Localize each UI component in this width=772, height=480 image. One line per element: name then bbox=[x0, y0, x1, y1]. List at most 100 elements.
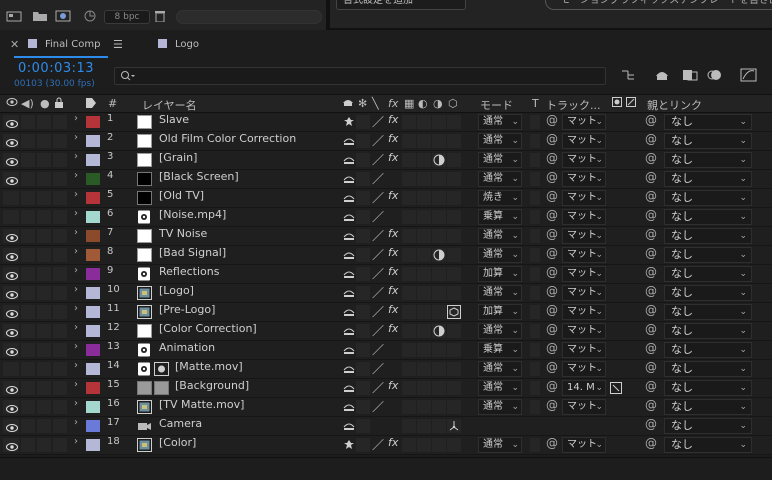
parent-pickwhip-icon[interactable]: @ bbox=[645, 208, 657, 222]
quality-slash-icon[interactable]: ／ bbox=[372, 246, 384, 263]
puppet-icon[interactable] bbox=[343, 117, 355, 126]
blend-mode-dropdown[interactable]: 乗算 ⌄ bbox=[478, 342, 522, 358]
label-color-swatch[interactable] bbox=[86, 420, 100, 432]
blend-mode-dropdown[interactable]: 通常 ⌄ bbox=[478, 285, 522, 301]
parent-dropdown[interactable]: なし ⌄ bbox=[664, 247, 752, 263]
effects-icon[interactable]: fx bbox=[388, 189, 398, 202]
solo-toggle[interactable] bbox=[37, 267, 51, 281]
preserve-transparency-toggle[interactable] bbox=[530, 438, 540, 452]
switch-cell[interactable] bbox=[356, 134, 370, 148]
lock-toggle[interactable] bbox=[53, 172, 67, 186]
label-color-swatch[interactable] bbox=[86, 211, 100, 223]
track-matte-dropdown[interactable]: マット ⌄ bbox=[562, 133, 606, 149]
switch-cell[interactable] bbox=[447, 248, 461, 262]
layer-row[interactable]: › 13 Animation ／乗算 ⌄ @ マット ⌄ @ なし ⌄ bbox=[0, 341, 772, 360]
parent-pickwhip-icon[interactable]: @ bbox=[645, 132, 657, 146]
switch-cell[interactable] bbox=[356, 305, 370, 319]
switch-cell[interactable] bbox=[356, 267, 370, 281]
track-matte-pickwhip-icon[interactable]: @ bbox=[546, 303, 558, 317]
preserve-transparency-toggle[interactable] bbox=[530, 210, 540, 224]
switch-cell[interactable] bbox=[356, 210, 370, 224]
lock-toggle[interactable] bbox=[53, 400, 67, 414]
switch-cell[interactable] bbox=[447, 286, 461, 300]
layer-name[interactable]: [Grain] bbox=[159, 151, 197, 164]
lock-toggle[interactable] bbox=[53, 191, 67, 205]
track-matte-pickwhip-icon[interactable]: @ bbox=[546, 151, 558, 165]
blend-mode-dropdown[interactable]: 加算 ⌄ bbox=[478, 266, 522, 282]
adjustment-toggle-icon[interactable] bbox=[433, 154, 445, 169]
quality-slash-icon[interactable]: ／ bbox=[372, 151, 384, 168]
switch-cell[interactable] bbox=[402, 191, 416, 205]
tab-logo[interactable]: Logo bbox=[158, 32, 199, 58]
effects-icon[interactable]: fx bbox=[388, 303, 398, 316]
parent-pickwhip-icon[interactable]: @ bbox=[645, 379, 657, 393]
parent-dropdown[interactable]: なし ⌄ bbox=[664, 209, 752, 225]
parent-dropdown[interactable]: なし ⌄ bbox=[664, 190, 752, 206]
switch-cell[interactable] bbox=[417, 362, 431, 376]
blend-mode-dropdown[interactable]: 通常 ⌄ bbox=[478, 399, 522, 415]
add-formatting-dropdown[interactable]: 書式設定を追加 bbox=[336, 0, 466, 10]
quality-slash-icon[interactable]: ／ bbox=[372, 113, 384, 130]
blend-mode-dropdown[interactable]: 通常 ⌄ bbox=[478, 133, 522, 149]
tab-final-comp[interactable]: Final Comp bbox=[28, 32, 100, 58]
switch-cell[interactable] bbox=[417, 343, 431, 357]
audio-toggle-header-icon[interactable]: ◀) bbox=[21, 97, 34, 110]
shy-icon[interactable] bbox=[343, 326, 355, 335]
video-toggle[interactable] bbox=[3, 229, 19, 243]
preserve-transparency-toggle[interactable] bbox=[530, 248, 540, 262]
audio-toggle[interactable] bbox=[21, 134, 35, 148]
switch-cell[interactable] bbox=[417, 400, 431, 414]
switch-cell[interactable] bbox=[356, 381, 370, 395]
solo-toggle[interactable] bbox=[37, 381, 51, 395]
layer-row[interactable]: › 4 [Black Screen] ／通常 ⌄ @ マット ⌄ @ なし ⌄ bbox=[0, 170, 772, 189]
track-matte-pickwhip-icon[interactable]: @ bbox=[546, 360, 558, 374]
track-matte-dropdown[interactable]: マット ⌄ bbox=[562, 266, 606, 282]
label-color-swatch[interactable] bbox=[86, 135, 100, 147]
track-matte-dropdown[interactable]: マット ⌄ bbox=[562, 342, 606, 358]
switch-cell[interactable] bbox=[447, 267, 461, 281]
layer-name[interactable]: Slave bbox=[159, 113, 189, 126]
3d-layer-header-icon[interactable]: ⬡ bbox=[448, 97, 458, 110]
3d-layer-toggle-icon[interactable] bbox=[447, 305, 461, 322]
track-matte-pickwhip-icon[interactable]: @ bbox=[546, 227, 558, 241]
layer-row[interactable]: › 17 Camera @ なし ⌄ bbox=[0, 417, 772, 436]
switch-cell[interactable] bbox=[356, 419, 370, 433]
video-toggle-header-icon[interactable] bbox=[6, 97, 18, 110]
track-matte-pickwhip-icon[interactable]: @ bbox=[546, 208, 558, 222]
switch-cell[interactable] bbox=[402, 248, 416, 262]
switch-cell[interactable] bbox=[447, 381, 461, 395]
panel-menu-icon[interactable]: ☰ bbox=[113, 38, 123, 51]
switch-cell[interactable] bbox=[402, 267, 416, 281]
video-toggle[interactable] bbox=[3, 305, 19, 319]
shy-header-icon[interactable] bbox=[342, 97, 354, 110]
blend-mode-dropdown[interactable]: 通常 ⌄ bbox=[478, 361, 522, 377]
effects-icon[interactable]: fx bbox=[388, 284, 398, 297]
layer-row[interactable]: › 6 [Noise.mp4] ／乗算 ⌄ @ マット ⌄ @ なし ⌄ bbox=[0, 208, 772, 227]
switch-cell[interactable] bbox=[432, 172, 446, 186]
expand-chevron-icon[interactable]: › bbox=[74, 113, 78, 124]
lock-toggle[interactable] bbox=[53, 324, 67, 338]
lock-toggle[interactable] bbox=[53, 305, 67, 319]
solo-toggle[interactable] bbox=[37, 419, 51, 433]
switch-cell[interactable] bbox=[447, 134, 461, 148]
video-toggle[interactable] bbox=[3, 191, 19, 205]
effects-icon[interactable]: fx bbox=[388, 151, 398, 164]
layer-row[interactable]: › 8 [Bad Signal] ／ fx 通常 ⌄ @ マット ⌄ @ なし ⌄ bbox=[0, 246, 772, 265]
blend-mode-dropdown[interactable]: 通常 ⌄ bbox=[478, 247, 522, 263]
solo-toggle[interactable] bbox=[37, 229, 51, 243]
switch-cell[interactable] bbox=[432, 419, 446, 433]
solo-toggle[interactable] bbox=[37, 286, 51, 300]
solo-toggle[interactable] bbox=[37, 305, 51, 319]
solo-toggle[interactable] bbox=[37, 134, 51, 148]
parent-dropdown[interactable]: なし ⌄ bbox=[664, 285, 752, 301]
parent-pickwhip-icon[interactable]: @ bbox=[645, 360, 657, 374]
effects-icon[interactable]: fx bbox=[388, 227, 398, 240]
layer-row[interactable]: › 7 TV Noise ／ fx 通常 ⌄ @ マット ⌄ @ なし ⌄ bbox=[0, 227, 772, 246]
lock-toggle[interactable] bbox=[53, 115, 67, 129]
track-matte-pickwhip-icon[interactable]: @ bbox=[546, 189, 558, 203]
switch-cell[interactable] bbox=[402, 305, 416, 319]
switch-cell[interactable] bbox=[432, 286, 446, 300]
layer-name[interactable]: [Old TV] bbox=[159, 189, 204, 202]
layer-name[interactable]: [Bad Signal] bbox=[159, 246, 226, 259]
layer-name-header[interactable]: レイヤー名 bbox=[142, 97, 197, 113]
